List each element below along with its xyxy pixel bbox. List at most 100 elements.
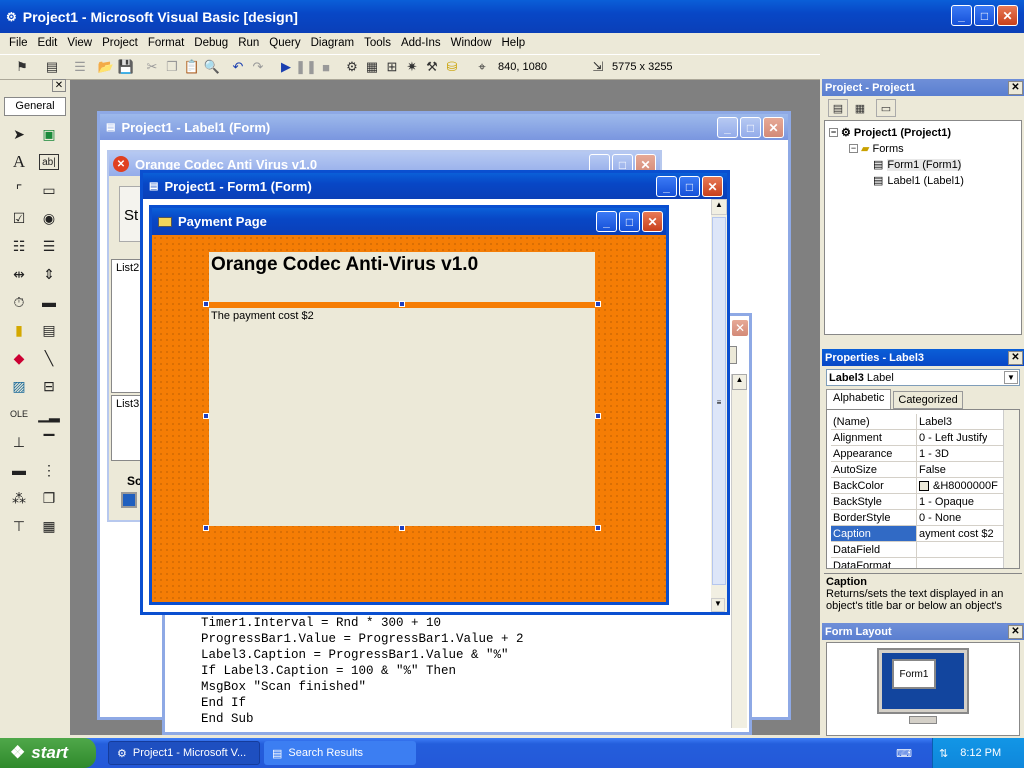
object-browser-icon[interactable]: ✷: [402, 57, 422, 77]
properties-window-icon[interactable]: ▦: [362, 57, 382, 77]
resize-handle[interactable]: [203, 413, 209, 419]
code-line[interactable]: Timer1.Interval = Rnd * 300 + 10: [201, 615, 524, 631]
checkbox-icon[interactable]: ☑: [6, 205, 32, 231]
view-object-icon[interactable]: ▦: [850, 99, 870, 117]
property-row[interactable]: AutoSize False: [831, 462, 1019, 478]
image-icon[interactable]: ▨: [6, 373, 32, 399]
optionbutton-icon[interactable]: ◉: [36, 205, 62, 231]
close-button[interactable]: ✕: [702, 176, 723, 197]
code-line[interactable]: Label3.Caption = ProgressBar1.Value & "%…: [201, 647, 524, 663]
menu-format[interactable]: Format: [143, 37, 189, 49]
menu-addins[interactable]: Add-Ins: [396, 37, 446, 49]
property-value[interactable]: 1 - Opaque: [917, 494, 974, 509]
label3-cost[interactable]: The payment cost $2: [209, 308, 595, 526]
close-button[interactable]: ✕: [763, 117, 784, 138]
resize-handle[interactable]: [595, 301, 601, 307]
add-form-icon[interactable]: ▤: [42, 57, 62, 77]
menu-editor-icon[interactable]: ☰: [70, 57, 90, 77]
property-row[interactable]: DataField: [831, 542, 1019, 558]
frame-icon[interactable]: ⌜: [6, 177, 32, 203]
toolbox-close-icon[interactable]: ✕: [52, 79, 66, 92]
network-icon[interactable]: ⇅: [939, 747, 948, 760]
picturebox-icon[interactable]: ▣: [36, 121, 62, 147]
property-value[interactable]: 0 - Left Justify: [917, 430, 987, 445]
code-line[interactable]: ProgressBar1.Value = ProgressBar1.Value …: [201, 631, 524, 647]
toolbar-tool-icon[interactable]: ⊤: [6, 513, 32, 539]
property-row[interactable]: BackStyle 1 - Opaque: [831, 494, 1019, 510]
listbox-icon[interactable]: ☰: [36, 233, 62, 259]
properties-close-icon[interactable]: ✕: [1008, 350, 1023, 365]
dirlistbox-icon[interactable]: ▮: [6, 317, 32, 343]
shape-icon[interactable]: ◆: [6, 345, 32, 371]
code-editor[interactable]: Timer1.Interval = Rnd * 300 + 10 Progress…: [201, 615, 524, 727]
end-icon[interactable]: ■: [316, 57, 336, 77]
taskbar-item-vb[interactable]: ⚙ Project1 - Microsoft V...: [108, 741, 260, 765]
property-value[interactable]: [917, 558, 919, 568]
timer-icon[interactable]: ⏱: [6, 289, 32, 315]
resize-handle[interactable]: [595, 525, 601, 531]
drivelistbox-icon[interactable]: ▬: [36, 289, 62, 315]
menu-file[interactable]: File: [4, 37, 33, 49]
property-value[interactable]: ayment cost $2: [917, 526, 994, 541]
property-value[interactable]: Label3: [917, 414, 952, 429]
resize-handle[interactable]: [203, 301, 209, 307]
toggle-folders-icon[interactable]: ▭: [876, 99, 896, 117]
undo-icon[interactable]: ↶: [228, 57, 248, 77]
heading-label[interactable]: Orange Codec Anti-Virus v1.0: [209, 252, 595, 302]
tree-forms-folder[interactable]: − ▰ Forms: [849, 142, 1017, 155]
pointer-icon[interactable]: ➤: [6, 121, 32, 147]
toolbox-tab-general[interactable]: General: [4, 97, 66, 116]
tab-alphabetic[interactable]: Alphabetic: [826, 389, 892, 409]
listview-icon[interactable]: ⁂: [6, 485, 32, 511]
find-icon[interactable]: 🔍: [202, 57, 222, 77]
minimize-button[interactable]: _: [717, 117, 738, 138]
menu-edit[interactable]: Edit: [33, 37, 63, 49]
property-row[interactable]: Caption ayment cost $2: [831, 526, 1019, 542]
treeview-icon[interactable]: ⋮: [36, 457, 62, 483]
form1-scrollbar[interactable]: ▲ ≡ ▼: [711, 199, 727, 612]
maximize-button[interactable]: □: [974, 5, 995, 26]
property-value[interactable]: 1 - 3D: [917, 446, 949, 461]
textbox-icon[interactable]: ab|: [39, 154, 59, 170]
minimize-button[interactable]: _: [656, 176, 677, 197]
project-close-icon[interactable]: ✕: [1008, 80, 1023, 95]
project-explorer-icon[interactable]: ⚙: [342, 57, 362, 77]
keyboard-icon[interactable]: ⌨: [896, 747, 912, 760]
redo-icon[interactable]: ↷: [248, 57, 268, 77]
vscrollbar-icon[interactable]: ⇕: [36, 261, 62, 287]
menu-project[interactable]: Project: [97, 37, 143, 49]
code-scrollbar[interactable]: ▲: [731, 374, 747, 728]
open-project-icon[interactable]: 📂: [96, 57, 116, 77]
progressbar-tool-icon[interactable]: ▁▂: [36, 401, 62, 427]
toolbox-icon[interactable]: ⚒: [422, 57, 442, 77]
code-line[interactable]: End Sub: [201, 711, 524, 727]
save-project-icon[interactable]: 💾: [116, 57, 136, 77]
payment-form-canvas[interactable]: Orange Codec Anti-Virus v1.0 The payment…: [152, 235, 666, 602]
property-row[interactable]: BackColor &H8000000F: [831, 478, 1019, 494]
property-row[interactable]: BorderStyle 0 - None: [831, 510, 1019, 526]
maximize-button[interactable]: □: [740, 117, 761, 138]
paste-icon[interactable]: 📋: [182, 57, 202, 77]
menu-tools[interactable]: Tools: [359, 37, 396, 49]
tree-label1[interactable]: ▤ Label1 (Label1): [873, 174, 1017, 188]
code-line[interactable]: MsgBox "Scan finished": [201, 679, 524, 695]
property-value[interactable]: &H8000000F: [917, 478, 998, 493]
form-layout-close-icon[interactable]: ✕: [1008, 624, 1023, 639]
menu-view[interactable]: View: [62, 37, 97, 49]
property-value[interactable]: [917, 542, 919, 557]
chevron-down-icon[interactable]: ▼: [1004, 371, 1018, 384]
menu-run[interactable]: Run: [233, 37, 264, 49]
tree-form1[interactable]: ▤ Form1 (Form1): [873, 158, 1017, 171]
tab-categorized[interactable]: Categorized: [893, 391, 963, 409]
resize-handle[interactable]: [595, 413, 601, 419]
property-row[interactable]: Alignment 0 - Left Justify: [831, 430, 1019, 446]
menu-window[interactable]: Window: [446, 37, 497, 49]
resize-handle[interactable]: [399, 301, 405, 307]
line-icon[interactable]: ╲: [36, 345, 62, 371]
slider-icon[interactable]: ⊥: [6, 429, 32, 455]
label-tool-icon[interactable]: A: [6, 149, 32, 175]
code-line[interactable]: If Label3.Caption = 100 & "%" Then: [201, 663, 524, 679]
progressbar-icon[interactable]: ▬: [6, 457, 32, 483]
menu-diagram[interactable]: Diagram: [306, 37, 359, 49]
data-view-icon[interactable]: ⛁: [442, 57, 462, 77]
